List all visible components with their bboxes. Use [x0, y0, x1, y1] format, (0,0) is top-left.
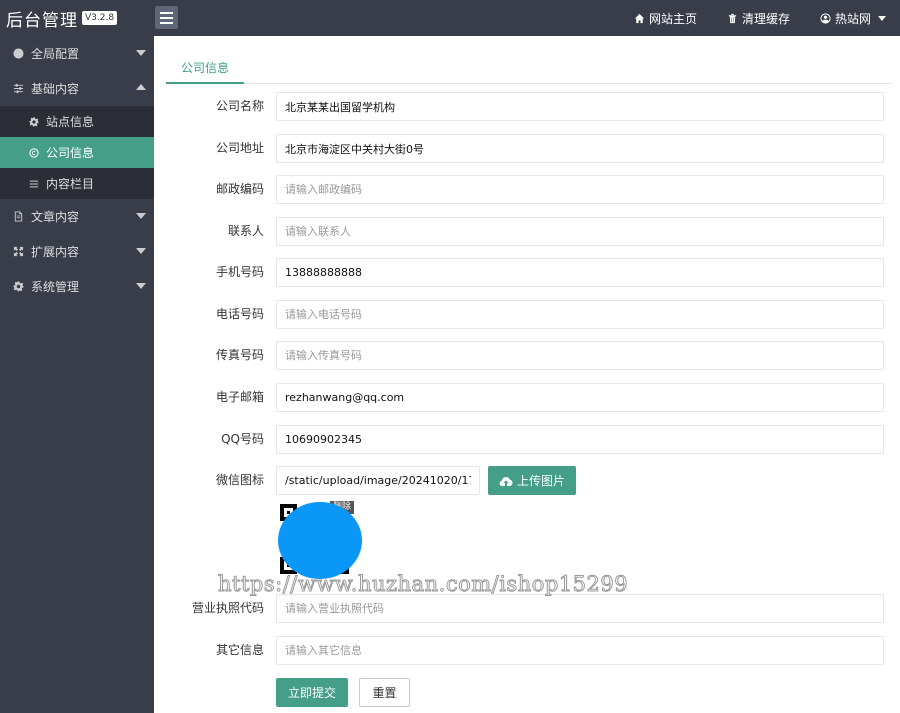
- fax-label: 传真号码: [215, 348, 264, 362]
- cloud-upload-icon: [499, 476, 513, 486]
- reset-button[interactable]: 重置: [359, 678, 410, 707]
- submenu-basic-content: 站点信息 公司信息 内容栏目: [0, 106, 154, 199]
- company-name-input[interactable]: [276, 92, 884, 121]
- copyright-icon: [29, 147, 39, 158]
- wechat-label: 微信图标: [215, 473, 264, 487]
- phone-input[interactable]: [276, 300, 884, 329]
- home-icon: [634, 13, 645, 23]
- version-badge: V3.2.8: [82, 11, 118, 25]
- sidebar-item-company-info[interactable]: 公司信息: [0, 137, 154, 168]
- company-address-input[interactable]: [276, 134, 884, 163]
- fax-input[interactable]: [276, 341, 884, 370]
- sidebar-item-label: 系统管理: [31, 280, 80, 294]
- wechat-icon-path-input[interactable]: [276, 466, 480, 495]
- license-label: 营业执照代码: [191, 601, 264, 615]
- upload-image-button[interactable]: 上传图片: [488, 466, 576, 495]
- form-row-email: 电子邮箱: [154, 383, 900, 412]
- sidebar-item-label: 公司信息: [46, 146, 95, 160]
- sidebar-item-label: 扩展内容: [31, 245, 80, 259]
- top-header: 后台管理 V3.2.8 网站主页 清理缓存 热站网: [0, 0, 900, 36]
- home-link-label: 网站主页: [648, 11, 697, 26]
- form-row-postcode: 邮政编码: [154, 175, 900, 204]
- company-address-label: 公司地址: [215, 141, 264, 155]
- list-icon: [29, 180, 39, 187]
- image-overlay-blob: [278, 502, 362, 579]
- sidebar-item-label: 文章内容: [31, 210, 80, 224]
- chevron-down-icon: [878, 15, 886, 21]
- sidebar-item-global-config[interactable]: 全局配置: [0, 36, 154, 71]
- form-row-phone: 电话号码: [154, 300, 900, 329]
- app-title: 后台管理: [6, 10, 78, 31]
- form-row-fax: 传真号码: [154, 341, 900, 370]
- sidebar-item-label: 基础内容: [31, 82, 80, 96]
- clear-cache-label: 清理缓存: [741, 11, 790, 26]
- trash-icon: [728, 13, 737, 23]
- globe-icon: [12, 48, 24, 59]
- sidebar: 全局配置 基础内容 站点信息 公司信息 内容栏目 文章内容 扩展内容 系统管理: [0, 36, 154, 713]
- logo[interactable]: 后台管理 V3.2.8: [6, 6, 118, 31]
- sidebar-item-label: 站点信息: [46, 115, 95, 129]
- top-nav: 网站主页 清理缓存 热站网: [634, 0, 886, 36]
- form-row-other-info: 其它信息: [154, 636, 900, 665]
- form-row-company-name: 公司名称: [154, 92, 900, 121]
- sliders-icon: [13, 83, 23, 94]
- email-label: 电子邮箱: [215, 390, 264, 404]
- clear-cache-link[interactable]: 清理缓存: [727, 10, 790, 27]
- home-link[interactable]: 网站主页: [634, 10, 697, 27]
- company-name-label: 公司名称: [215, 99, 264, 113]
- postcode-label: 邮政编码: [215, 182, 264, 196]
- file-icon: [14, 211, 22, 222]
- license-input[interactable]: [276, 594, 884, 623]
- form-row-license: 营业执照代码: [154, 594, 900, 623]
- sidebar-item-content-columns[interactable]: 内容栏目: [0, 168, 154, 199]
- email-input[interactable]: [276, 383, 884, 412]
- mobile-label: 手机号码: [215, 265, 264, 279]
- form-row-mobile: 手机号码: [154, 258, 900, 287]
- sidebar-item-extensions[interactable]: 扩展内容: [0, 234, 154, 269]
- chevron-up-icon: [136, 84, 146, 90]
- chevron-down-icon: [136, 50, 146, 56]
- user-menu-label: 热站网: [834, 11, 871, 26]
- contact-label: 联系人: [227, 224, 264, 238]
- tab-company-info[interactable]: 公司信息: [166, 56, 245, 84]
- phone-label: 电话号码: [215, 307, 264, 321]
- chevron-down-icon: [136, 213, 146, 219]
- expand-icon: [13, 246, 23, 257]
- mobile-input[interactable]: [276, 258, 884, 287]
- other-info-label: 其它信息: [215, 643, 264, 657]
- postcode-input[interactable]: [276, 175, 884, 204]
- gear-icon: [29, 116, 39, 127]
- other-info-input[interactable]: [276, 636, 884, 665]
- user-menu[interactable]: 热站网: [820, 10, 886, 27]
- chevron-down-icon: [136, 248, 146, 254]
- sidebar-item-site-info[interactable]: 站点信息: [0, 106, 154, 137]
- sidebar-item-label: 全局配置: [31, 47, 80, 61]
- main-content: 公司信息 公司名称 公司地址 邮政编码 联系人 手机号码 电话号码 传真号码 电…: [154, 36, 900, 713]
- form-row-contact: 联系人: [154, 217, 900, 246]
- menu-toggle-button[interactable]: [155, 6, 178, 29]
- upload-image-label: 上传图片: [516, 474, 565, 488]
- qq-input[interactable]: [276, 425, 884, 454]
- tab-bar: 公司信息: [166, 56, 892, 84]
- sidebar-item-system[interactable]: 系统管理: [0, 269, 154, 304]
- sidebar-item-basic-content[interactable]: 基础内容: [0, 71, 154, 106]
- contact-input[interactable]: [276, 217, 884, 246]
- submit-button[interactable]: 立即提交: [276, 678, 348, 707]
- form-row-wechat: 微信图标 上传图片: [154, 466, 900, 495]
- form-row-qq: QQ号码: [154, 425, 900, 454]
- wechat-qr-preview: 删除: [278, 501, 362, 579]
- sidebar-item-articles[interactable]: 文章内容: [0, 199, 154, 234]
- qq-label: QQ号码: [221, 432, 264, 446]
- gear-icon: [12, 281, 24, 292]
- sidebar-item-label: 内容栏目: [46, 177, 95, 191]
- form-row-company-address: 公司地址: [154, 134, 900, 163]
- user-circle-icon: [820, 12, 831, 24]
- chevron-down-icon: [136, 283, 146, 289]
